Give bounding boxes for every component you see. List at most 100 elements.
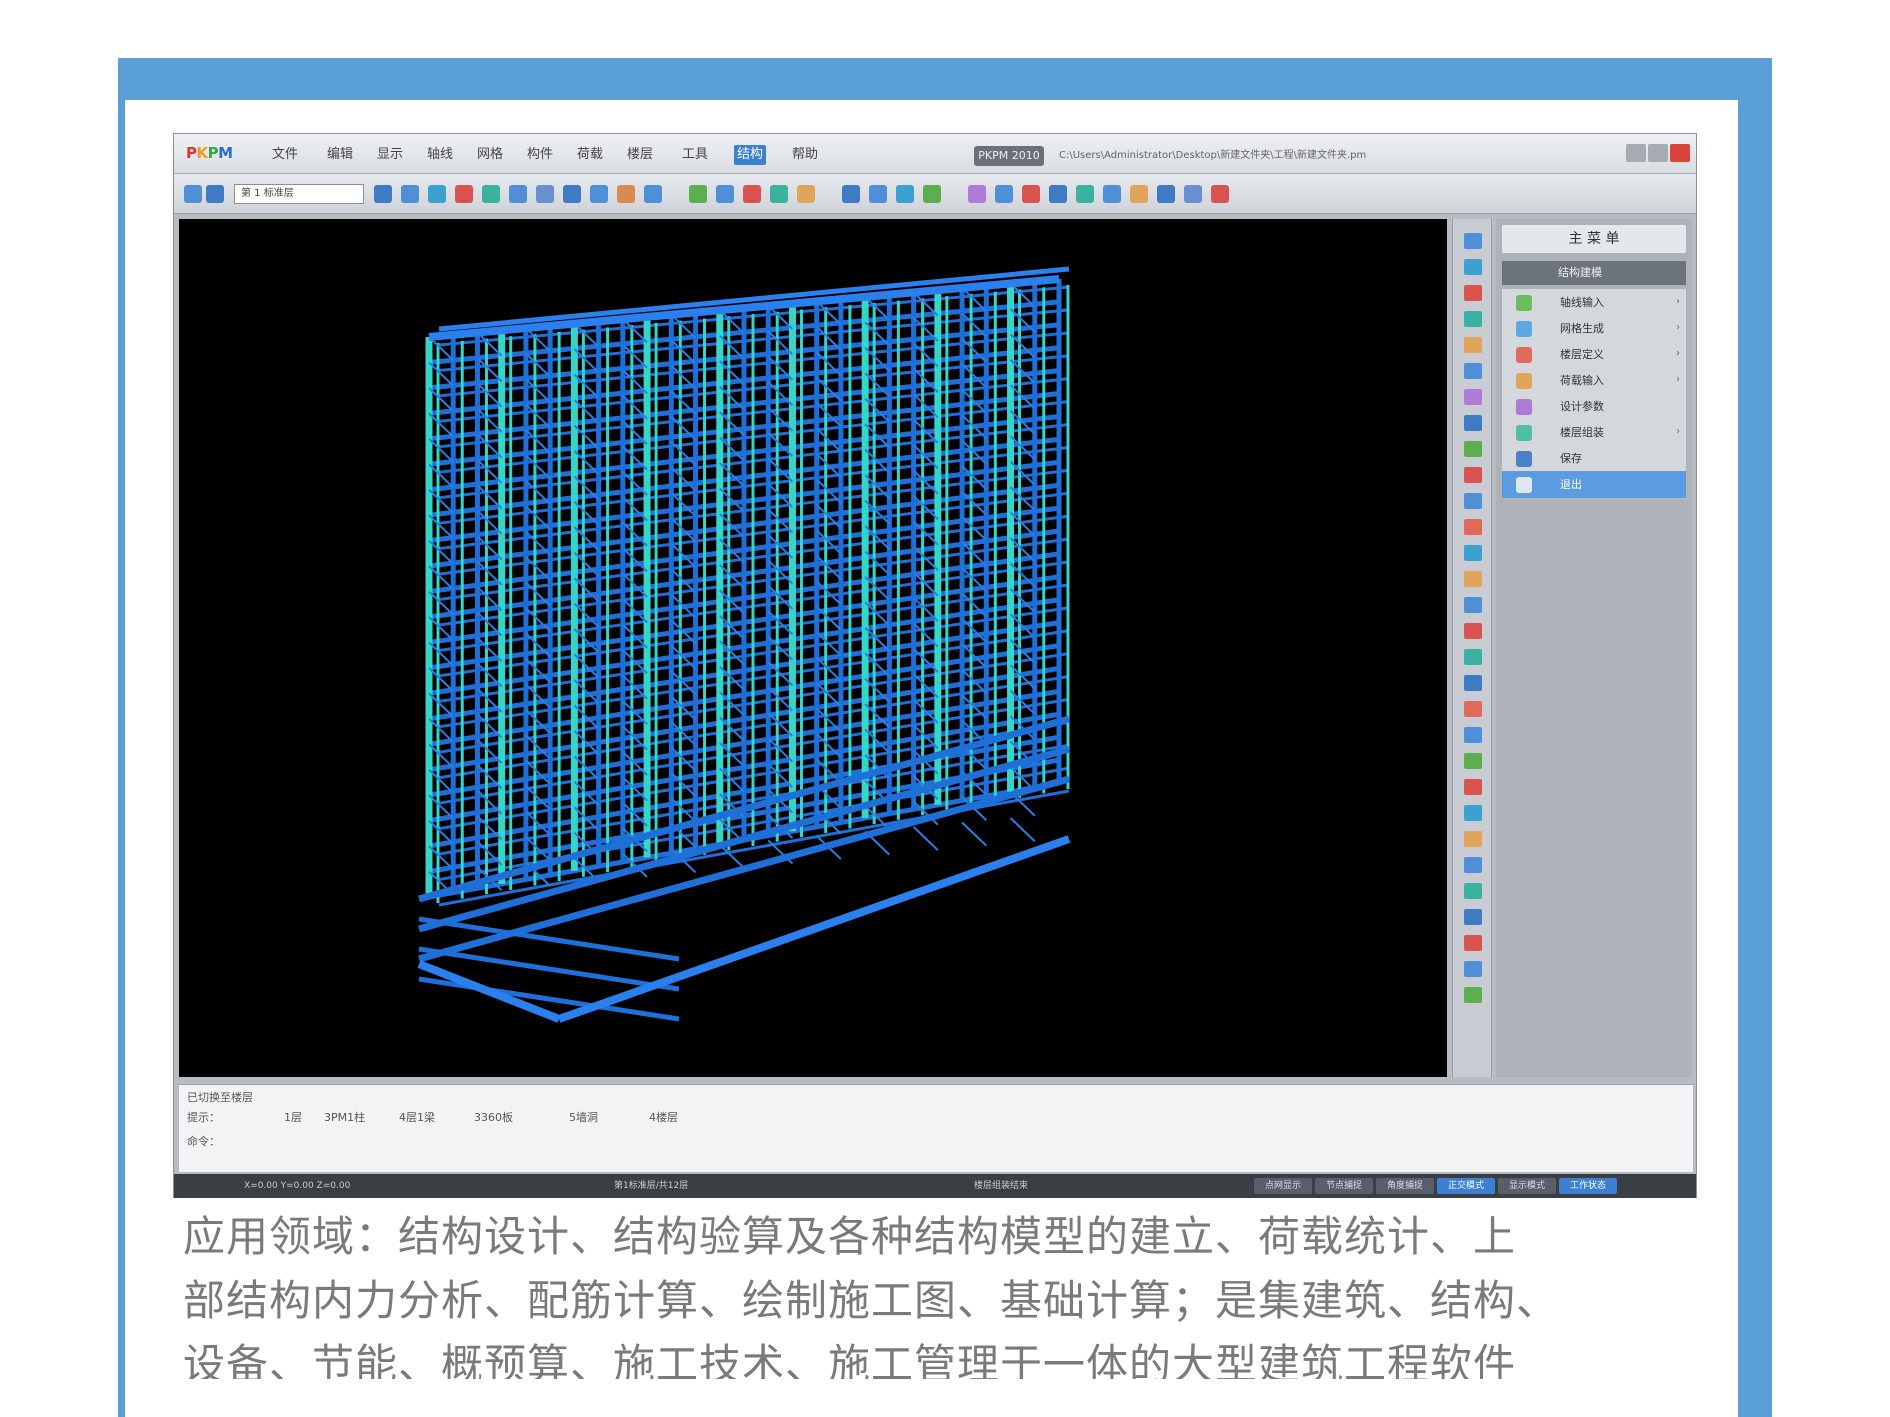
3d-model-viewport[interactable]: [179, 219, 1447, 1077]
side-tool-icon[interactable]: [1464, 831, 1482, 847]
side-tool-icon[interactable]: [1464, 701, 1482, 717]
toolbar-zoom-icon[interactable]: [869, 185, 887, 203]
toolbar-tool-icon[interactable]: [455, 185, 473, 203]
side-tool-icon[interactable]: [1464, 363, 1482, 379]
side-tool-icon[interactable]: [1464, 311, 1482, 327]
menu-item[interactable]: 网格: [474, 145, 506, 165]
toolbar-tool-icon[interactable]: [536, 185, 554, 203]
toolbar-view-icon[interactable]: [689, 185, 707, 203]
side-tool-icon[interactable]: [1464, 649, 1482, 665]
side-tool-icon[interactable]: [1464, 519, 1482, 535]
toolbar-zoom-icon[interactable]: [896, 185, 914, 203]
toolbar-tool-icon[interactable]: [374, 185, 392, 203]
menu-item[interactable]: 楼层: [624, 145, 656, 165]
toolbar-edit-icon[interactable]: [1103, 185, 1121, 203]
toolbar-edit-icon[interactable]: [1022, 185, 1040, 203]
toolbar-edit-icon[interactable]: [968, 185, 986, 203]
floor-select[interactable]: 第 1 标准层: [234, 184, 364, 204]
status-toggle-button[interactable]: 工作状态: [1559, 1178, 1617, 1194]
panel-menu-item[interactable]: 轴线输入 ›: [1502, 289, 1686, 317]
panel-menu-item[interactable]: 楼层定义 ›: [1502, 341, 1686, 369]
side-tool-icon[interactable]: [1464, 389, 1482, 405]
side-tool-icon[interactable]: [1464, 233, 1482, 249]
toolbar-tool-icon[interactable]: [482, 185, 500, 203]
menu-item[interactable]: 编辑: [324, 145, 356, 165]
side-tool-icon[interactable]: [1464, 805, 1482, 821]
side-tool-icon[interactable]: [1464, 623, 1482, 639]
layer-icon[interactable]: [184, 185, 202, 203]
side-tool-icon[interactable]: [1464, 571, 1482, 587]
menu-item[interactable]: 文件: [269, 145, 301, 165]
menu-item[interactable]: 显示: [374, 145, 406, 165]
side-tool-icon[interactable]: [1464, 285, 1482, 301]
toolbar-tool-icon[interactable]: [401, 185, 419, 203]
side-tool-icon[interactable]: [1464, 987, 1482, 1003]
side-tool-icon[interactable]: [1464, 441, 1482, 457]
side-tool-icon[interactable]: [1464, 935, 1482, 951]
menu-item[interactable]: 帮助: [789, 145, 821, 165]
command-option[interactable]: 4楼层: [649, 1109, 678, 1125]
side-tool-icon[interactable]: [1464, 545, 1482, 561]
toolbar-tool-icon[interactable]: [428, 185, 446, 203]
command-option[interactable]: 3360板: [474, 1109, 513, 1125]
panel-menu-item[interactable]: 设计参数: [1502, 393, 1686, 421]
toolbar-tool-icon[interactable]: [509, 185, 527, 203]
panel-header[interactable]: 结构建模: [1502, 261, 1686, 285]
panel-menu-item[interactable]: 退出: [1502, 471, 1686, 499]
command-option[interactable]: 1层: [284, 1109, 302, 1125]
side-tool-icon[interactable]: [1464, 493, 1482, 509]
panel-menu-item[interactable]: 荷载输入 ›: [1502, 367, 1686, 395]
side-tool-icon[interactable]: [1464, 961, 1482, 977]
minimize-button[interactable]: [1626, 144, 1646, 162]
side-tool-icon[interactable]: [1464, 337, 1482, 353]
side-tool-icon[interactable]: [1464, 909, 1482, 925]
side-tool-icon[interactable]: [1464, 467, 1482, 483]
toolbar-tool-icon[interactable]: [590, 185, 608, 203]
side-tool-icon[interactable]: [1464, 675, 1482, 691]
menu-item[interactable]: 工具: [679, 145, 711, 165]
side-tool-icon[interactable]: [1464, 857, 1482, 873]
toolbar-edit-icon[interactable]: [1211, 185, 1229, 203]
toolbar-zoom-icon[interactable]: [923, 185, 941, 203]
menu-item[interactable]: 轴线: [424, 145, 456, 165]
toolbar-view-icon[interactable]: [797, 185, 815, 203]
toolbar-view-icon[interactable]: [716, 185, 734, 203]
side-tool-icon[interactable]: [1464, 753, 1482, 769]
panel-menu-item[interactable]: 保存: [1502, 445, 1686, 473]
command-option[interactable]: 5墙洞: [569, 1109, 598, 1125]
side-tool-icon[interactable]: [1464, 727, 1482, 743]
toolbar-view-icon[interactable]: [770, 185, 788, 203]
toolbar-edit-icon[interactable]: [995, 185, 1013, 203]
toolbar-edit-icon[interactable]: [1049, 185, 1067, 203]
side-tool-icon[interactable]: [1464, 597, 1482, 613]
command-option[interactable]: 3PM1柱: [324, 1109, 365, 1125]
menu-item[interactable]: 构件: [524, 145, 556, 165]
panel-menu-item[interactable]: 网格生成 ›: [1502, 315, 1686, 343]
status-toggle-button[interactable]: 正交模式: [1437, 1178, 1495, 1194]
toolbar-edit-icon[interactable]: [1184, 185, 1202, 203]
toolbar-tool-icon[interactable]: [644, 185, 662, 203]
grid-icon[interactable]: [206, 185, 224, 203]
close-button[interactable]: [1670, 144, 1690, 162]
toolbar-edit-icon[interactable]: [1076, 185, 1094, 203]
menu-item[interactable]: 荷载: [574, 145, 606, 165]
side-tool-icon[interactable]: [1464, 779, 1482, 795]
side-tool-icon[interactable]: [1464, 415, 1482, 431]
side-tool-icon[interactable]: [1464, 259, 1482, 275]
toolbar-zoom-icon[interactable]: [842, 185, 860, 203]
toolbar-tool-icon[interactable]: [617, 185, 635, 203]
toolbar-edit-icon[interactable]: [1130, 185, 1148, 203]
command-input[interactable]: 命令：: [187, 1133, 220, 1149]
status-toggle-button[interactable]: 节点捕捉: [1315, 1178, 1373, 1194]
status-toggle-button[interactable]: 显示模式: [1498, 1178, 1556, 1194]
panel-menu-item[interactable]: 楼层组装 ›: [1502, 419, 1686, 447]
toolbar-view-icon[interactable]: [743, 185, 761, 203]
toolbar-tool-icon[interactable]: [563, 185, 581, 203]
status-toggle-button[interactable]: 点网显示: [1254, 1178, 1312, 1194]
side-tool-icon[interactable]: [1464, 883, 1482, 899]
status-toggle-button[interactable]: 角度捕捉: [1376, 1178, 1434, 1194]
command-option[interactable]: 4层1梁: [399, 1109, 435, 1125]
menu-item[interactable]: 结构: [734, 145, 767, 165]
toolbar-edit-icon[interactable]: [1157, 185, 1175, 203]
maximize-button[interactable]: [1648, 144, 1668, 162]
